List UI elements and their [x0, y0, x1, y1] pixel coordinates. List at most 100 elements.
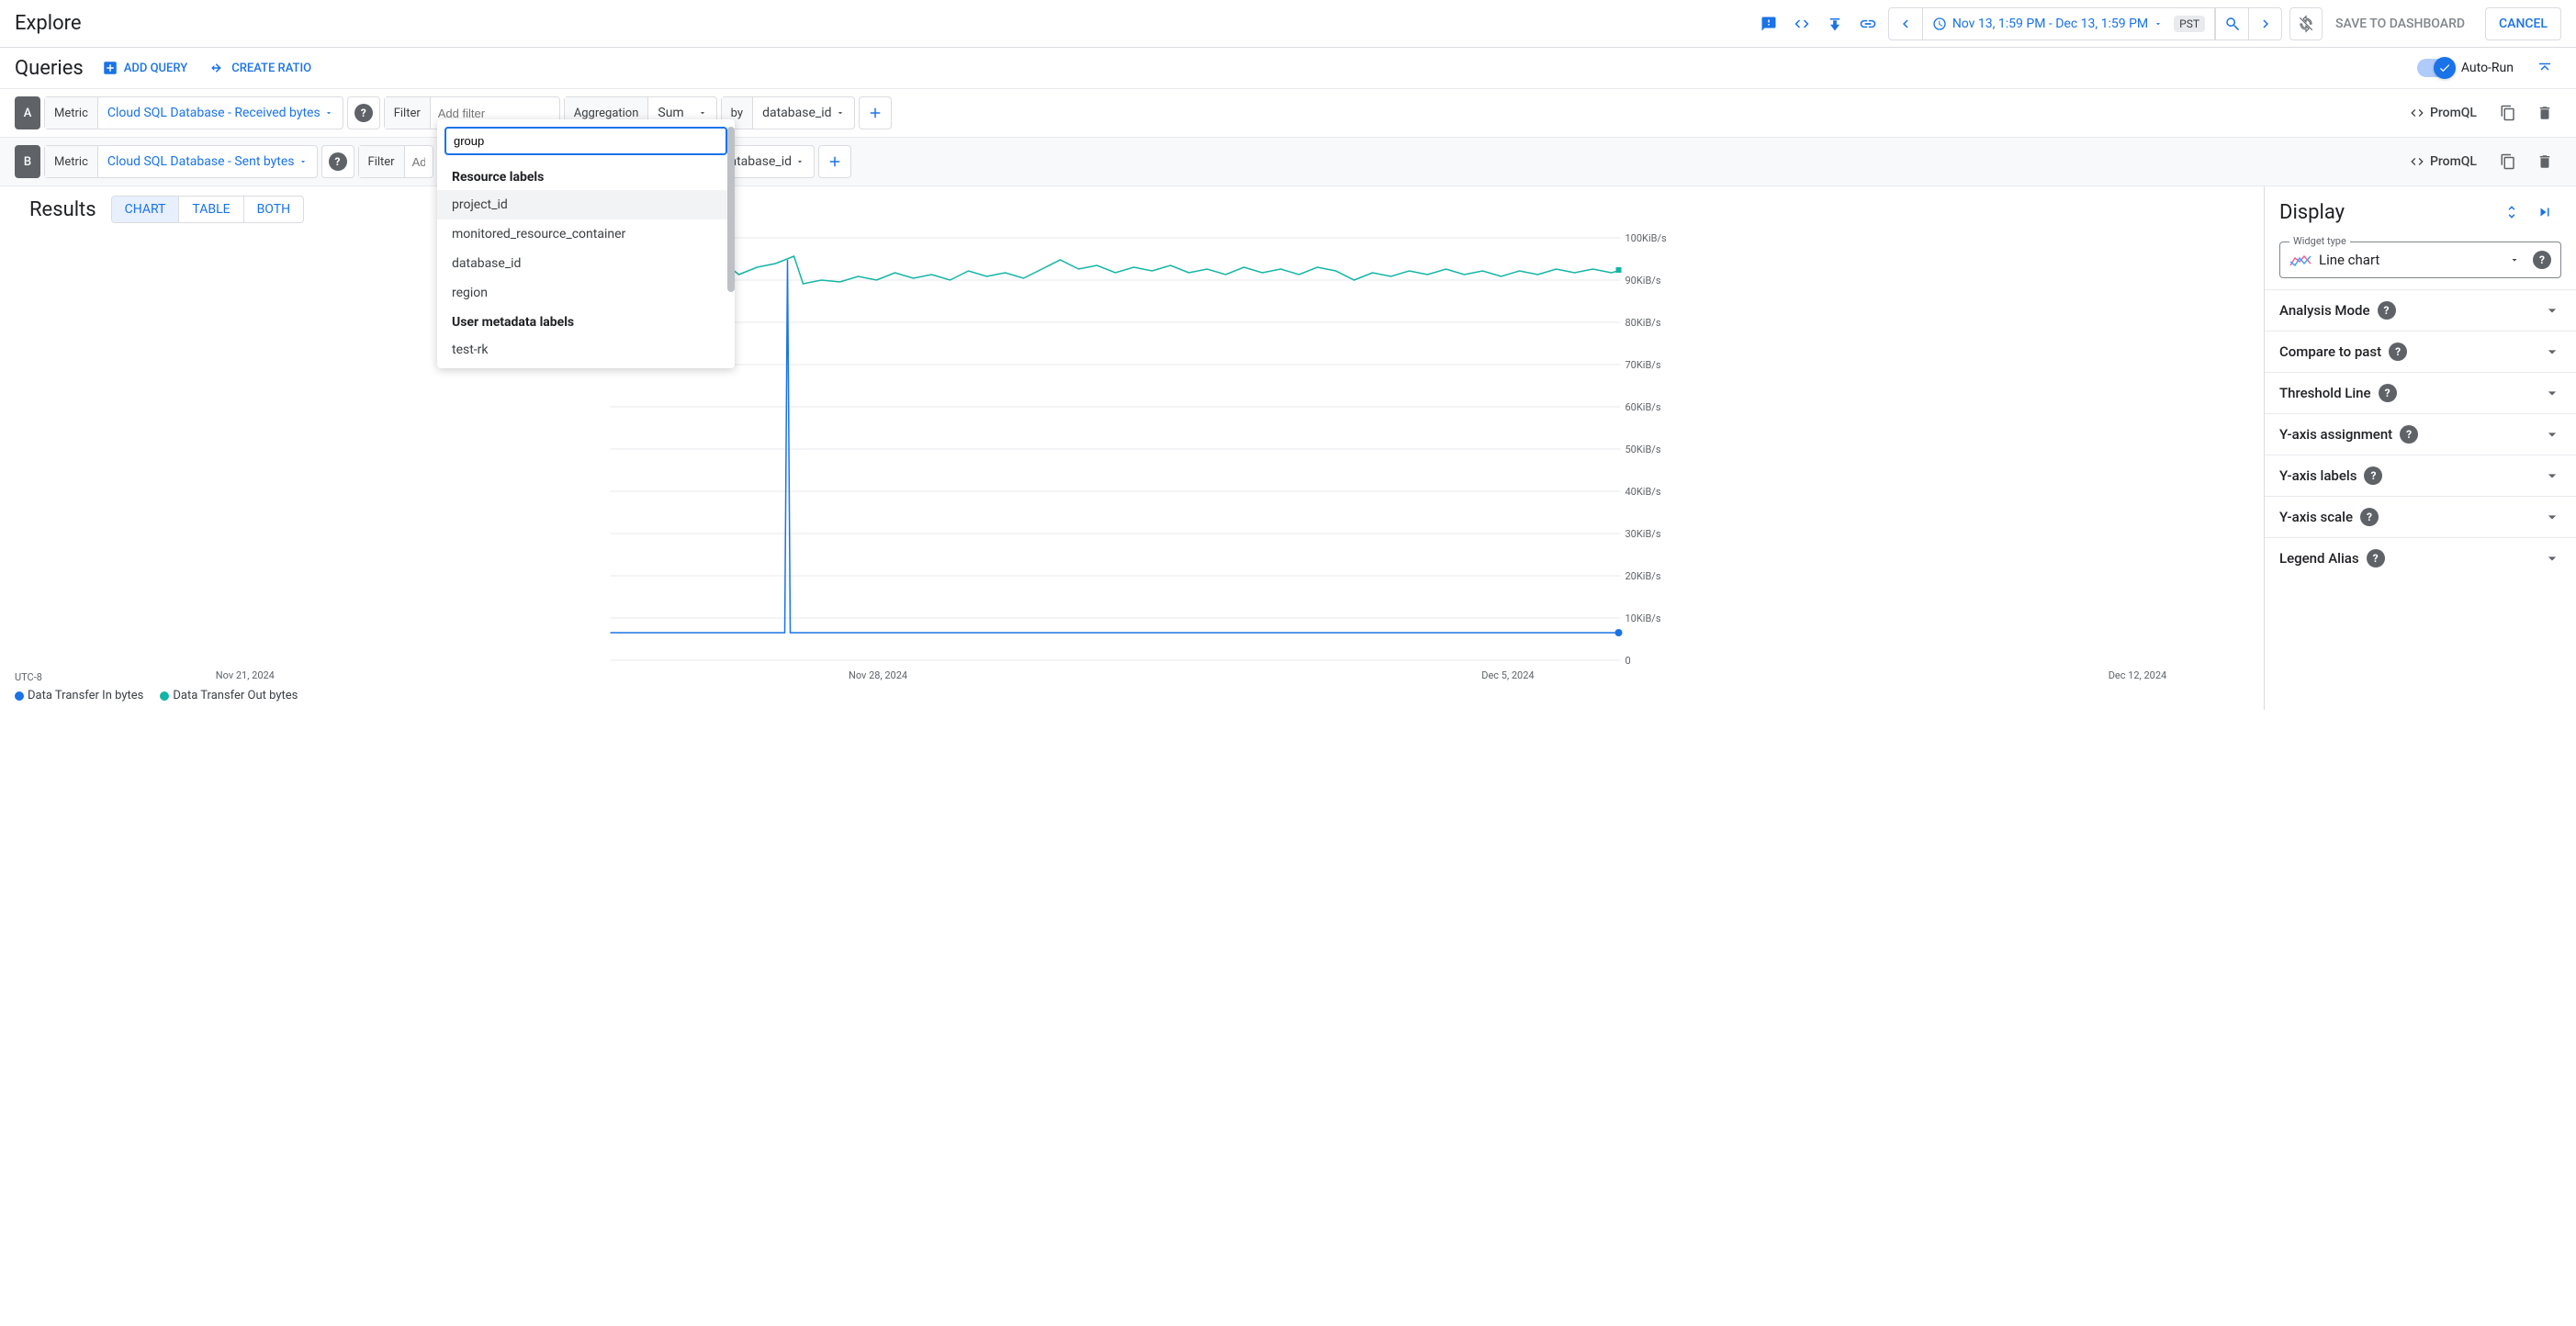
- ytick: 100KiB/s: [1625, 232, 1668, 244]
- code-icon: [2410, 106, 2424, 120]
- utc-label: UTC-8: [15, 671, 61, 683]
- metric-label: Metric: [45, 146, 98, 177]
- download-icon[interactable]: [1818, 7, 1851, 40]
- filter-input-a[interactable]: [431, 107, 559, 120]
- time-search-button[interactable]: [2215, 8, 2248, 39]
- expand-collapse-icon[interactable]: [2495, 196, 2528, 229]
- save-to-dashboard-button[interactable]: SAVE TO DASHBOARD: [2323, 7, 2478, 40]
- tab-table[interactable]: TABLE: [178, 197, 242, 222]
- metric-selector-a[interactable]: Metric Cloud SQL Database - Received byt…: [44, 96, 343, 129]
- create-ratio-button[interactable]: CREATE RATIO: [209, 60, 311, 76]
- section-label: Y-axis assignment: [2279, 426, 2392, 443]
- help-icon[interactable]: ?: [2379, 384, 2397, 402]
- clock-icon: [1932, 17, 1947, 31]
- ytick: 20KiB/s: [1625, 570, 1661, 582]
- copy-query-b[interactable]: [2492, 145, 2525, 178]
- filter-input-b[interactable]: [405, 155, 433, 169]
- time-prev-button[interactable]: [1889, 8, 1922, 39]
- dropdown-item-database-id[interactable]: database_id: [437, 249, 735, 278]
- section-compare-past[interactable]: Compare to past?: [2265, 331, 2576, 372]
- panel-collapse-icon[interactable]: [2528, 196, 2561, 229]
- add-group-a[interactable]: [859, 96, 892, 129]
- ytick: 90KiB/s: [1625, 275, 1661, 287]
- sync-off-icon[interactable]: [2289, 7, 2323, 40]
- section-legend-alias[interactable]: Legend Alias?: [2265, 537, 2576, 579]
- help-icon[interactable]: ?: [2389, 343, 2407, 361]
- section-analysis-mode[interactable]: Analysis Mode?: [2265, 289, 2576, 331]
- dropdown-item-test-rk[interactable]: test-rk: [437, 335, 735, 365]
- agg-value-a: Sum: [658, 106, 683, 120]
- metric-value-b: Cloud SQL Database - Sent bytes: [107, 154, 295, 169]
- delete-query-a[interactable]: [2528, 96, 2561, 129]
- results-title: Results: [29, 198, 96, 221]
- metric-selector-b[interactable]: Metric Cloud SQL Database - Sent bytes: [44, 145, 318, 178]
- dropdown-icon: [324, 108, 333, 118]
- chevron-down-icon: [2543, 343, 2561, 361]
- time-next-button[interactable]: [2248, 8, 2281, 39]
- cancel-button[interactable]: CANCEL: [2485, 7, 2561, 40]
- series-out-end-dot: [1616, 267, 1622, 273]
- help-icon[interactable]: ?: [2378, 301, 2396, 320]
- feedback-icon[interactable]: [1752, 7, 1785, 40]
- help-icon[interactable]: ?: [2367, 549, 2385, 567]
- filter-dropdown: Resource labels project_id monitored_res…: [437, 119, 735, 368]
- promql-link-b[interactable]: PromQL: [2410, 154, 2477, 169]
- delete-query-b[interactable]: [2528, 145, 2561, 178]
- promql-link-a[interactable]: PromQL: [2410, 106, 2477, 120]
- dropdown-item-region[interactable]: region: [437, 278, 735, 308]
- section-threshold[interactable]: Threshold Line?: [2265, 372, 2576, 413]
- time-range-button[interactable]: Nov 13, 1:59 PM - Dec 13, 1:59 PM PST: [1922, 8, 2215, 39]
- help-icon[interactable]: ?: [2364, 466, 2382, 485]
- ytick: 40KiB/s: [1625, 486, 1661, 498]
- metric-help-a[interactable]: ?: [347, 96, 380, 129]
- section-label: Analysis Mode: [2279, 302, 2370, 319]
- metric-label: Metric: [45, 97, 98, 129]
- widget-type-select[interactable]: Widget type Line chart ?: [2279, 242, 2561, 278]
- code-export-icon[interactable]: [1785, 7, 1818, 40]
- widget-help-icon[interactable]: ?: [2533, 251, 2551, 269]
- widget-type-label: Widget type: [2289, 235, 2350, 247]
- dropdown-scrollbar[interactable]: [727, 127, 735, 292]
- series-in-end-dot: [1615, 629, 1623, 636]
- help-icon[interactable]: ?: [2360, 508, 2379, 526]
- dropdown-icon: [298, 157, 308, 166]
- help-icon[interactable]: ?: [2400, 425, 2418, 444]
- xtick: Nov 28, 2024: [849, 669, 907, 683]
- link-icon[interactable]: [1851, 7, 1884, 40]
- section-label: Y-axis scale: [2279, 509, 2353, 525]
- tab-both[interactable]: BOTH: [243, 197, 304, 222]
- check-icon: [2438, 62, 2451, 74]
- line-chart-icon: [2289, 253, 2312, 267]
- chevron-down-icon: [2543, 425, 2561, 444]
- section-yaxis-assign[interactable]: Y-axis assignment?: [2265, 413, 2576, 455]
- add-group-b[interactable]: [818, 145, 851, 178]
- ytick: 0: [1625, 655, 1631, 667]
- chart-area: Results CHART TABLE BOTH: [0, 186, 2264, 710]
- copy-query-a[interactable]: [2492, 96, 2525, 129]
- section-yaxis-scale[interactable]: Y-axis scale?: [2265, 496, 2576, 537]
- metric-help-b[interactable]: ?: [321, 145, 354, 178]
- auto-run-label: Auto-Run: [2461, 61, 2514, 75]
- collapse-queries-icon[interactable]: [2528, 51, 2561, 84]
- ytick: 30KiB/s: [1625, 528, 1661, 540]
- section-yaxis-labels[interactable]: Y-axis labels?: [2265, 455, 2576, 496]
- groupby-selector-a[interactable]: by database_id: [721, 96, 855, 129]
- chart-canvas: 100KiB/s 90KiB/s 80KiB/s 70KiB/s 60KiB/s…: [15, 229, 2253, 669]
- add-query-button[interactable]: ADD QUERY: [102, 60, 187, 76]
- queries-title: Queries: [15, 57, 84, 80]
- dropdown-heading-user: User metadata labels: [437, 308, 735, 335]
- chevron-down-icon: [2543, 384, 2561, 402]
- xtick: Nov 21, 2024: [216, 669, 275, 683]
- results-tabs: CHART TABLE BOTH: [111, 196, 304, 223]
- xtick: Dec 5, 2024: [1481, 669, 1534, 683]
- page-title: Explore: [15, 12, 82, 35]
- dropdown-item-monitored-resource[interactable]: monitored_resource_container: [437, 219, 735, 249]
- tab-chart[interactable]: CHART: [112, 197, 179, 222]
- auto-run-toggle[interactable]: [2417, 59, 2454, 77]
- dropdown-item-project-id[interactable]: project_id: [437, 190, 735, 219]
- code-icon: [2410, 154, 2424, 169]
- xtick: Dec 12, 2024: [2109, 669, 2167, 683]
- dropdown-search-input[interactable]: [444, 127, 727, 155]
- section-label: Threshold Line: [2279, 385, 2371, 401]
- group-value-a: database_id: [762, 106, 831, 120]
